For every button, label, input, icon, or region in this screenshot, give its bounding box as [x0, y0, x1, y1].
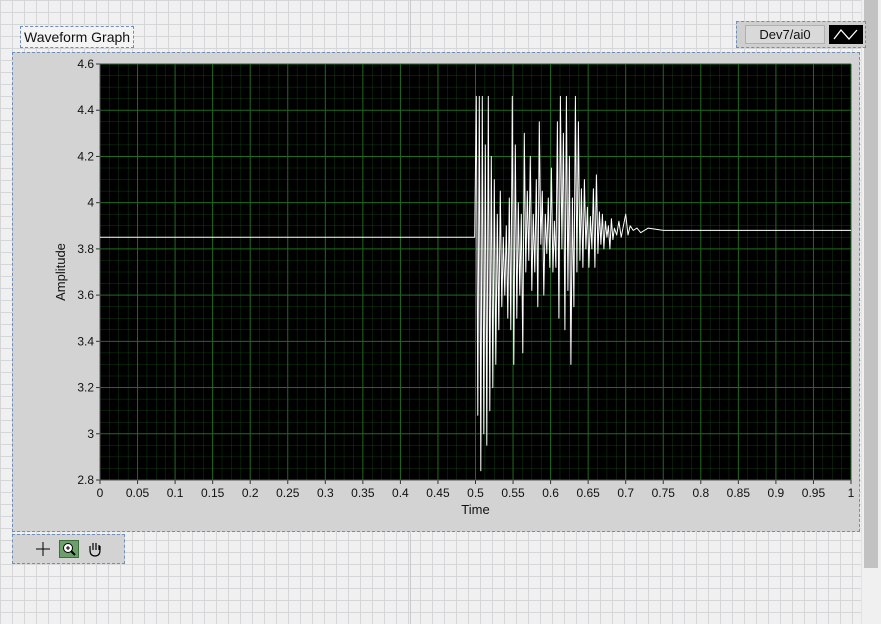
pan-hand-icon[interactable]	[85, 540, 105, 558]
y-tick-label: 4.4	[77, 103, 94, 117]
x-tick-label: 0.5	[467, 486, 484, 500]
x-axis: 0 0.05 0.1 0.15 0.2 0.25 0.3 0.35 0.4 0.45 0.5 0.55…	[97, 479, 855, 500]
zoom-icon[interactable]	[59, 540, 79, 558]
x-tick-label: 0.95	[802, 486, 826, 500]
x-tick-label: 0.7	[617, 486, 634, 500]
x-tick-label: 0.8	[692, 486, 709, 500]
x-tick-label: 0.9	[768, 486, 785, 500]
x-tick-label: 0.05	[126, 486, 150, 500]
y-tick-label: 3.4	[77, 334, 94, 348]
x-tick-label: 0.15	[201, 486, 225, 500]
y-tick-label: 3.2	[77, 381, 94, 395]
x-tick-label: 0.85	[727, 486, 751, 500]
x-tick-label: 0.65	[576, 486, 600, 500]
y-tick-label: 4.6	[77, 57, 94, 71]
x-tick-label: 0.35	[351, 486, 375, 500]
cursor-crosshair-icon[interactable]	[33, 540, 53, 558]
y-tick-label: 2.8	[77, 473, 94, 487]
y-axis-label: Amplitude	[53, 243, 68, 301]
y-tick-label: 3.6	[77, 288, 94, 302]
x-tick-label: 0.45	[426, 486, 450, 500]
x-tick-label: 0	[97, 486, 104, 500]
x-tick-label: 0.6	[542, 486, 559, 500]
y-tick-label: 3.8	[77, 242, 94, 256]
x-tick-label: 0.55	[501, 486, 525, 500]
waveform-chart: 2.833.23.43.63.844.24.44.6 0 0.05 0.1 0.15 0…	[53, 57, 855, 517]
y-tick-label: 4.2	[77, 149, 94, 163]
x-tick-label: 1	[848, 486, 855, 500]
x-tick-label: 0.75	[652, 486, 676, 500]
x-tick-label: 0.3	[317, 486, 334, 500]
y-tick-label: 3	[87, 427, 94, 441]
x-axis-label: Time	[461, 502, 489, 517]
x-tick-label: 0.25	[276, 486, 300, 500]
x-tick-label: 0.2	[242, 486, 259, 500]
y-axis: 2.8 3 3.2 3.4 3.6 3.8 4 4.2 4.4 4.6	[77, 57, 101, 487]
y-tick-label: 4	[87, 196, 94, 210]
x-tick-label: 0.4	[392, 486, 409, 500]
graph-tool-palette	[12, 534, 125, 564]
x-tick-label: 0.1	[167, 486, 184, 500]
